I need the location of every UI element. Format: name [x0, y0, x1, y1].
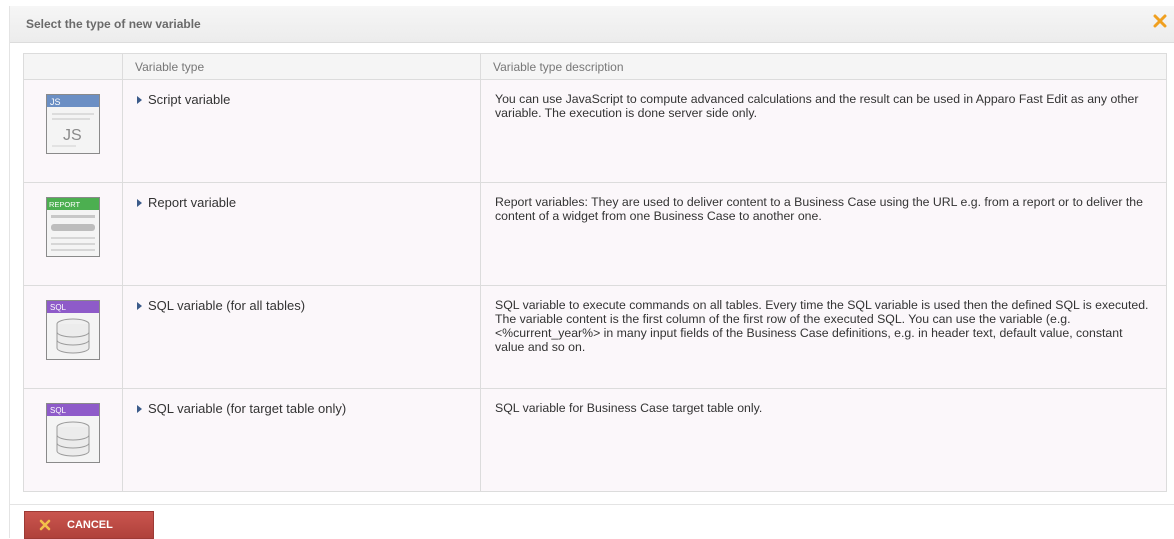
sql-database-icon: SQL	[46, 403, 100, 463]
close-icon	[39, 519, 51, 531]
variable-type-name[interactable]: SQL variable (for target table only)	[148, 401, 346, 416]
cancel-button-label[interactable]: CANCEL	[67, 519, 113, 531]
table-header-row: Variable type Variable type description	[23, 53, 1167, 80]
sql-database-icon: SQL	[46, 300, 100, 360]
column-header-icon	[23, 53, 123, 80]
dialog-titlebar: Select the type of new variable	[10, 6, 1174, 43]
icon-cell: SQL	[23, 285, 123, 389]
close-icon[interactable]	[1153, 14, 1167, 28]
variable-type-table-container: Variable type Variable type description …	[23, 53, 1167, 498]
icon-cell: SQL	[23, 388, 123, 492]
expand-arrow-icon	[137, 301, 142, 310]
expand-arrow-icon	[137, 404, 142, 413]
table-row[interactable]: SQL SQL variable (for all tables) SQL va…	[23, 285, 1167, 389]
icon-cell: REPORT	[23, 182, 123, 286]
column-header-description: Variable type description	[480, 53, 1167, 80]
sql-icon-label: SQL	[50, 406, 67, 415]
cancel-button[interactable]: CANCEL	[24, 511, 154, 539]
dialog-title: Select the type of new variable	[26, 17, 201, 31]
report-icon-label: REPORT	[49, 200, 81, 209]
variable-description-cell: Report variables: They are used to deliv…	[480, 182, 1167, 286]
report-icon: REPORT	[46, 197, 100, 257]
new-variable-dialog: Select the type of new variable Variable…	[9, 6, 1174, 539]
variable-type-cell[interactable]: SQL variable (for target table only)	[122, 388, 481, 492]
variable-type-cell[interactable]: Script variable	[122, 79, 481, 183]
expand-arrow-icon	[137, 198, 142, 207]
table-row[interactable]: SQL SQL variable (for target table only)…	[23, 388, 1167, 492]
variable-type-name[interactable]: Script variable	[148, 92, 230, 107]
table-row[interactable]: JS JS Script variable You can use JavaSc…	[23, 79, 1167, 183]
icon-cell: JS JS	[23, 79, 123, 183]
variable-type-name[interactable]: Report variable	[148, 195, 236, 210]
column-header-variable-type: Variable type	[122, 53, 481, 80]
variable-type-table: Variable type Variable type description …	[23, 53, 1167, 492]
js-script-icon: JS JS	[46, 94, 100, 154]
sql-icon-label: SQL	[50, 303, 67, 312]
variable-type-cell[interactable]: SQL variable (for all tables)	[122, 285, 481, 389]
table-row[interactable]: REPORT Report variable Report variables:…	[23, 182, 1167, 286]
variable-description-cell: SQL variable to execute commands on all …	[480, 285, 1167, 389]
dialog-footer: CANCEL	[10, 504, 1174, 539]
js-icon-label: JS	[50, 97, 61, 107]
variable-type-cell[interactable]: Report variable	[122, 182, 481, 286]
variable-description-cell: SQL variable for Business Case target ta…	[480, 388, 1167, 492]
svg-text:JS: JS	[63, 127, 82, 144]
variable-description-cell: You can use JavaScript to compute advanc…	[480, 79, 1167, 183]
variable-type-name[interactable]: SQL variable (for all tables)	[148, 298, 305, 313]
expand-arrow-icon	[137, 95, 142, 104]
